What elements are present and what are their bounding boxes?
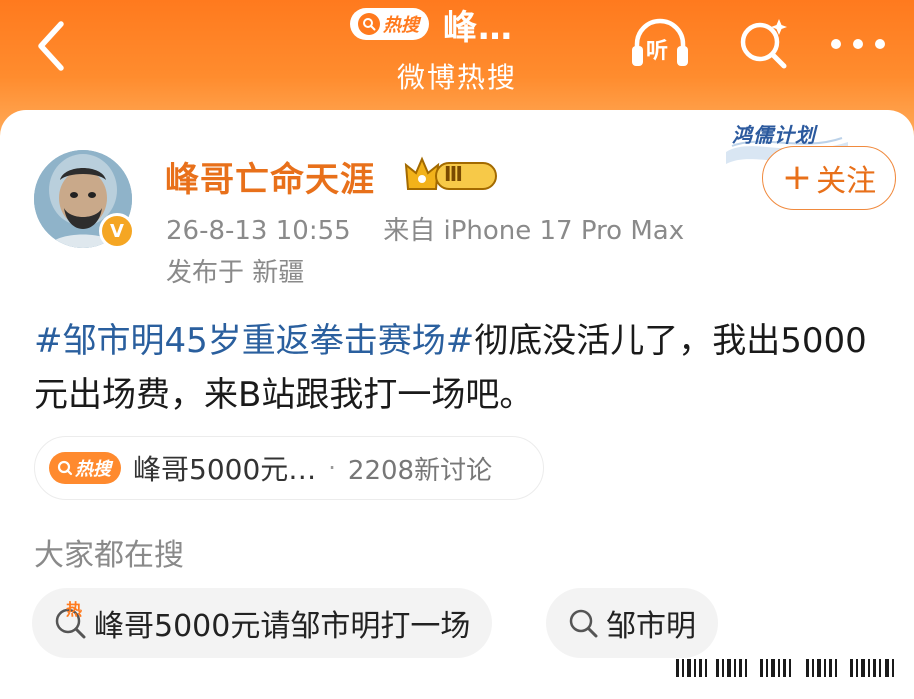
separator-dot: · — [328, 454, 336, 482]
search-icon — [358, 13, 380, 35]
hot-badge: 热搜 — [49, 452, 121, 484]
post-timestamp: 26-8-13 10:55 — [166, 216, 351, 246]
post-meta: 26-8-13 10:55 来自 iPhone 17 Pro Max — [166, 210, 684, 247]
discussion-count: 2208新讨论 — [347, 455, 493, 486]
verified-badge: V — [99, 213, 135, 249]
hot-search-pill[interactable]: 热搜 — [350, 8, 429, 40]
related-search-chip[interactable]: 邹市明 — [546, 588, 718, 658]
post-location: 发布于 新疆 — [166, 258, 305, 288]
related-search-chip[interactable]: 热 峰哥5000元请邹市明打一场 — [32, 588, 493, 658]
watermark-text: 鸿儒计划 — [732, 123, 816, 147]
hot-search-icon: 热 — [52, 600, 88, 641]
search-button[interactable] — [732, 14, 796, 74]
hot-search-label: 热搜 — [383, 15, 419, 36]
post-source: 来自 iPhone 17 Pro Max — [383, 216, 685, 246]
follow-label: 关注 — [816, 164, 877, 199]
chip-label: 峰哥5000元请邹市明打一场 — [94, 609, 471, 644]
hot-topic-title: 峰哥5000元… — [133, 453, 317, 486]
page-title: 峰… — [443, 7, 513, 48]
hashtag-link[interactable]: #邹市明45岁重返拳击赛场# — [34, 321, 474, 361]
author-name[interactable]: 峰哥亡命天涯 — [165, 152, 375, 201]
hot-badge-label: 热搜 — [75, 459, 111, 480]
chip-label: 邹市明 — [606, 609, 696, 644]
title-area: 热搜 峰… — [350, 4, 513, 48]
more-button[interactable] — [826, 14, 890, 74]
level-label: Ⅲ — [444, 162, 463, 186]
decorative-barcode — [676, 659, 894, 677]
search-icon — [57, 460, 73, 476]
follow-button[interactable]: + 关注 — [762, 146, 896, 210]
post-body: #邹市明45岁重返拳击赛场#彻底没活儿了，我出5000元出场费，来B站跟我打一场… — [34, 314, 884, 422]
plus-icon: + — [781, 157, 813, 198]
more-dots-icon — [831, 39, 885, 49]
listen-label: 听 — [646, 39, 669, 64]
hot-topic-card[interactable]: 热搜 峰哥5000元… · 2208新讨论 — [34, 436, 544, 500]
related-search-heading: 大家都在搜 — [34, 538, 184, 573]
search-icon — [566, 606, 600, 640]
hot-icon-text: 热 — [66, 600, 83, 619]
listen-button[interactable]: 听 — [628, 14, 692, 74]
sparkle-search-icon — [740, 19, 787, 69]
